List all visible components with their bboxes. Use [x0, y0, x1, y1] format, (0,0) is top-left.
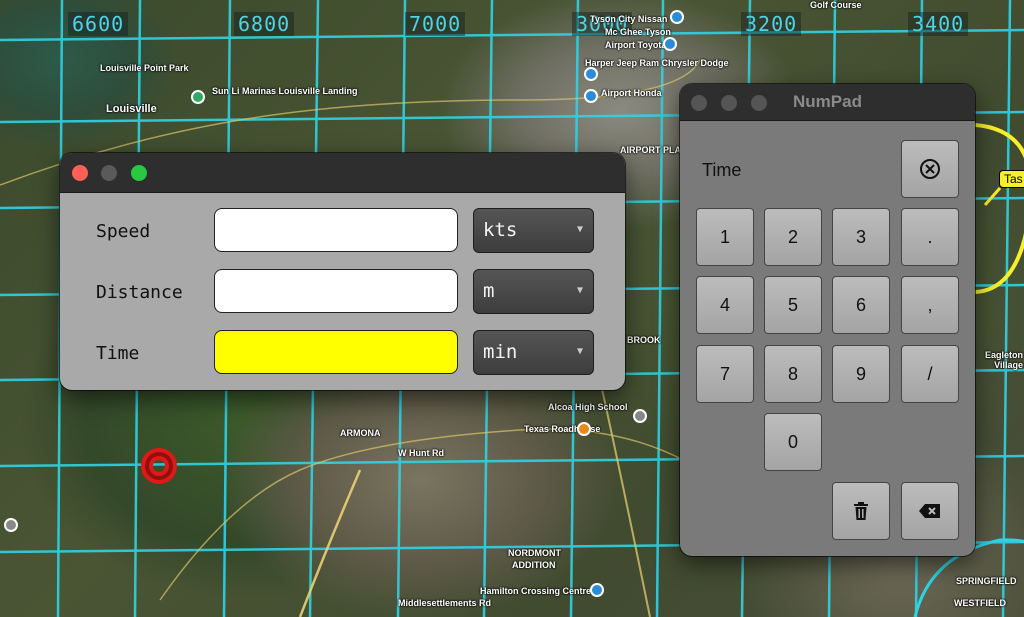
shopping-pin-icon[interactable]	[590, 583, 604, 597]
window-titlebar[interactable]: NumPad	[680, 84, 975, 121]
key-8[interactable]: 8	[764, 345, 822, 403]
map-place-label: Louisville	[106, 103, 157, 115]
circle-x-icon	[920, 159, 940, 179]
map-place-label: BROOK	[627, 335, 661, 345]
key-comma[interactable]: ,	[901, 276, 959, 334]
key-slash[interactable]: /	[901, 345, 959, 403]
map-place-label: Golf Course	[810, 0, 862, 10]
trash-icon	[854, 502, 868, 520]
distance-unit-select[interactable]: m ▼	[473, 269, 594, 314]
marina-pin-icon[interactable]	[191, 90, 205, 104]
dropdown-caret-icon: ▼	[576, 346, 583, 357]
map-place-label: Louisville Point Park	[100, 63, 189, 73]
active-field-label: Time	[702, 160, 742, 180]
grid-coordinate-label: 6600	[68, 12, 129, 36]
location-pin-icon[interactable]	[4, 518, 18, 532]
key-decimal[interactable]: .	[901, 208, 959, 266]
backspace-button[interactable]	[901, 482, 959, 540]
clear-field-button[interactable]	[901, 140, 959, 198]
map-place-label: Tyson City Nissan	[590, 14, 668, 24]
map-place-label: Airport Honda	[601, 88, 662, 98]
map-place-label: Harper Jeep Ram Chrysler Dodge	[585, 58, 729, 68]
grid-coordinate-label: 3400	[908, 12, 969, 36]
speed-unit-select[interactable]: kts ▼	[473, 208, 594, 253]
car-dealer-pin-icon[interactable]	[584, 67, 598, 81]
close-window-button[interactable]	[72, 165, 88, 181]
restaurant-pin-icon[interactable]	[577, 422, 591, 436]
grid-coordinate-label: 7000	[405, 12, 466, 36]
window-title: NumPad	[793, 92, 862, 111]
speed-distance-time-window: Speed kts ▼ Distance m ▼ Time min ▼	[60, 153, 625, 390]
key-2[interactable]: 2	[764, 208, 822, 266]
backspace-icon	[919, 504, 940, 518]
map-place-label: NORDMONT	[508, 548, 561, 558]
target-marker-icon[interactable]	[141, 448, 177, 484]
distance-label: Distance	[96, 282, 183, 303]
time-label: Time	[96, 343, 140, 364]
speed-label: Speed	[96, 221, 151, 242]
map-place-label: Hamilton Crossing Centre	[480, 586, 592, 596]
key-3[interactable]: 3	[832, 208, 890, 266]
window-titlebar[interactable]	[60, 153, 625, 193]
map-place-label: Eagleton Village	[985, 350, 1024, 370]
delete-all-button[interactable]	[832, 482, 890, 540]
car-dealer-pin-icon[interactable]	[670, 10, 684, 24]
key-4[interactable]: 4	[696, 276, 754, 334]
map-place-label: SPRINGFIELD	[956, 576, 1017, 586]
speed-input[interactable]	[214, 208, 458, 252]
numpad-window: NumPad Time 1 2 3 . 4 5 6 , 7 8 9 / 0	[680, 84, 975, 556]
zoom-window-button[interactable]	[131, 165, 147, 181]
time-input[interactable]	[214, 330, 458, 374]
grid-coordinate-label: 3200	[741, 12, 802, 36]
map-place-label: Sun Li Marinas Louisville Landing	[212, 86, 358, 96]
grid-coordinate-label: 6800	[234, 12, 295, 36]
car-dealer-pin-icon[interactable]	[663, 37, 677, 51]
time-unit-value: min	[483, 341, 518, 363]
speed-unit-value: kts	[483, 219, 518, 241]
map-road-label: Middlesettlements Rd	[398, 598, 492, 608]
key-7[interactable]: 7	[696, 345, 754, 403]
map-place-label: WESTFIELD	[954, 598, 1006, 608]
minimize-window-button[interactable]	[101, 165, 117, 181]
school-pin-icon[interactable]	[633, 409, 647, 423]
car-dealer-pin-icon[interactable]	[584, 89, 598, 103]
map-place-label: Mc Ghee Tyson	[605, 27, 671, 37]
key-1[interactable]: 1	[696, 208, 754, 266]
time-unit-select[interactable]: min ▼	[473, 330, 594, 375]
key-5[interactable]: 5	[764, 276, 822, 334]
dropdown-caret-icon: ▼	[576, 224, 583, 235]
map-place-label: Alcoa High School	[548, 402, 628, 412]
key-6[interactable]: 6	[832, 276, 890, 334]
dropdown-caret-icon: ▼	[576, 285, 583, 296]
key-0[interactable]: 0	[764, 413, 822, 471]
map-place-label: ARMONA	[340, 428, 381, 438]
distance-input[interactable]	[214, 269, 458, 313]
key-9[interactable]: 9	[832, 345, 890, 403]
map-road-label: W Hunt Rd	[398, 448, 444, 458]
waypoint-tag[interactable]: Tas	[999, 170, 1024, 188]
distance-unit-value: m	[483, 280, 495, 302]
map-place-label: Airport Toyota	[605, 40, 667, 50]
map-place-label: ADDITION	[512, 560, 556, 570]
